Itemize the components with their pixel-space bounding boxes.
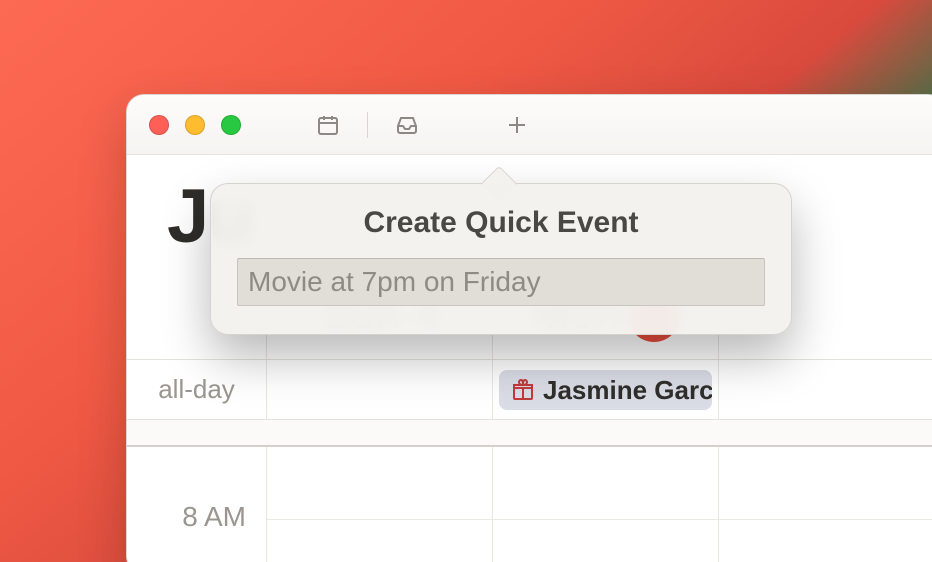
popover-arrow: [481, 166, 518, 203]
gift-icon: [511, 378, 535, 402]
allday-label: all-day: [127, 360, 267, 419]
traffic-lights: [149, 115, 241, 135]
time-gutter: 8 AM: [127, 447, 267, 562]
allday-divider: [127, 419, 932, 447]
quick-event-popover: Create Quick Event: [210, 183, 792, 335]
allday-event-chip[interactable]: Jasmine Garci...: [499, 370, 712, 410]
window-titlebar: [127, 95, 932, 155]
window-zoom-button[interactable]: [221, 115, 241, 135]
quick-event-input[interactable]: [237, 258, 765, 306]
event-title: Jasmine Garci...: [543, 375, 712, 406]
inbox-button[interactable]: [388, 109, 426, 141]
allday-cell-mon[interactable]: Jasmine Garci...: [493, 360, 719, 419]
hour-cell-sun[interactable]: [267, 447, 493, 562]
allday-cell-sun[interactable]: [267, 360, 493, 419]
tray-icon: [395, 113, 419, 137]
hour-cell-next[interactable]: [719, 447, 932, 562]
hour-label-8am: 8 AM: [182, 501, 246, 533]
popover-title: Create Quick Event: [237, 206, 765, 240]
allday-cell-next[interactable]: [719, 360, 932, 419]
calendars-button[interactable]: [309, 109, 347, 141]
toolbar-separator: [367, 112, 368, 138]
hour-cell-mon[interactable]: [493, 447, 719, 562]
calendar-icon: [316, 113, 340, 137]
window-close-button[interactable]: [149, 115, 169, 135]
add-event-button[interactable]: [498, 109, 536, 141]
allday-row: all-day Jasmine Garci...: [127, 359, 932, 419]
window-minimize-button[interactable]: [185, 115, 205, 135]
plus-icon: [505, 113, 529, 137]
hour-gridline: [267, 519, 932, 520]
calendar-window: Ju Sun 4 Mon all-day Jasmine Garci...: [126, 94, 932, 562]
hour-grid: 8 AM: [127, 447, 932, 562]
desktop-background: Ju Sun 4 Mon all-day Jasmine Garci...: [0, 0, 932, 562]
